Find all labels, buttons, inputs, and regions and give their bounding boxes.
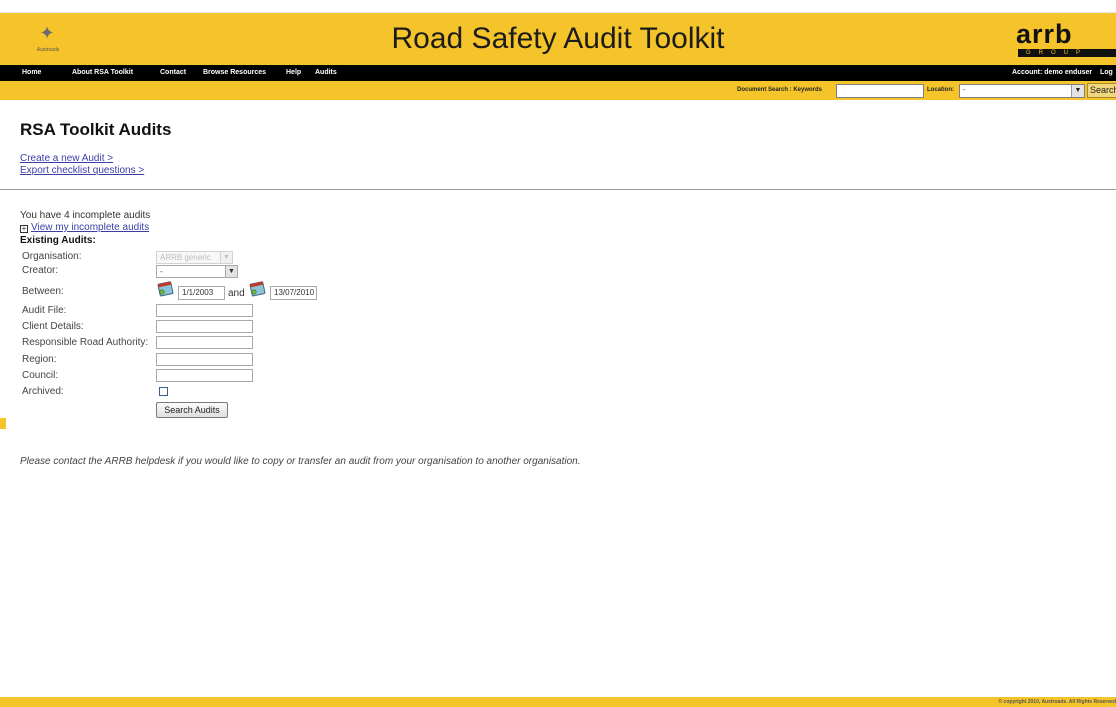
organisation-select: ARRB generic ▼ [156, 251, 233, 264]
calendar-icon[interactable] [248, 280, 268, 298]
chevron-down-icon[interactable]: ▼ [225, 266, 237, 277]
archived-label: Archived: [22, 386, 64, 397]
road-authority-field[interactable] [156, 336, 253, 349]
date-to-field[interactable]: 13/07/2010 [270, 286, 317, 300]
organisation-label: Organisation: [22, 251, 82, 262]
road-authority-label: Responsible Road Authority: [22, 337, 149, 348]
region-label: Region: [22, 354, 57, 365]
nav-contact[interactable]: Contact [160, 65, 186, 81]
audit-file-field[interactable] [156, 304, 253, 317]
creator-select[interactable]: - ▼ [156, 265, 238, 278]
nav-home[interactable]: Home [22, 65, 41, 81]
chevron-down-icon[interactable]: ▼ [1071, 85, 1084, 97]
search-audits-button[interactable]: Search Audits [156, 402, 228, 418]
between-label: Between: [22, 286, 64, 297]
existing-audits-heading: Existing Audits: [20, 235, 96, 246]
arrb-logo-group: GROUP [1018, 49, 1116, 57]
nav-browse-resources[interactable]: Browse Resources [203, 65, 266, 81]
location-select-value: - [963, 87, 966, 94]
arrb-logo[interactable]: arrb GROUP [1010, 19, 1116, 59]
main-nav: Home About RSA Toolkit Contact Browse Re… [0, 65, 1116, 81]
divider [0, 189, 1116, 190]
nav-logout[interactable]: Log [1100, 65, 1113, 81]
nav-help[interactable]: Help [286, 65, 301, 81]
nav-account[interactable]: Account: demo enduser [1012, 65, 1092, 81]
arrb-logo-word: arrb [1016, 19, 1073, 49]
document-search-button[interactable]: Search [1087, 83, 1116, 98]
creator-label: Creator: [22, 265, 59, 276]
location-label: Location: [927, 87, 954, 93]
keywords-label: Document Search : Keywords [737, 87, 823, 93]
expand-icon[interactable]: + [20, 225, 28, 233]
and-text: and [228, 288, 245, 299]
footer: © copyright 2010, Austroads. All Rights … [0, 697, 1116, 707]
nav-about[interactable]: About RSA Toolkit [72, 65, 133, 81]
client-details-field[interactable] [156, 320, 253, 333]
audit-file-label: Audit File: [22, 305, 67, 316]
document-search-bar: Document Search : Keywords Location: - ▼… [0, 81, 1116, 100]
calendar-icon[interactable] [156, 280, 176, 298]
region-field[interactable] [156, 353, 253, 366]
date-from-field[interactable]: 1/1/2003 [178, 286, 225, 300]
site-title: Road Safety Audit Toolkit [391, 22, 725, 55]
header-banner: ✦ Austroads Road Safety Audit Toolkit ar… [0, 13, 1116, 65]
view-incomplete-audits-link[interactable]: View my incomplete audits [31, 222, 149, 233]
page-title: RSA Toolkit Audits [20, 120, 172, 139]
side-marker [0, 418, 6, 429]
location-select[interactable]: - ▼ [959, 84, 1085, 98]
council-label: Council: [22, 370, 59, 381]
chevron-down-icon: ▼ [220, 252, 232, 263]
council-field[interactable] [156, 369, 253, 382]
nav-audits[interactable]: Audits [315, 65, 337, 81]
organisation-select-value: ARRB generic [160, 253, 211, 262]
incomplete-audits-text: You have 4 incomplete audits [20, 210, 151, 221]
creator-select-value: - [160, 267, 163, 276]
client-details-label: Client Details: [22, 321, 84, 332]
create-audit-link[interactable]: Create a new Audit > [20, 153, 113, 164]
export-checklist-link[interactable]: Export checklist questions > [20, 165, 144, 176]
archived-checkbox[interactable] [159, 387, 168, 396]
keywords-input[interactable] [836, 84, 924, 98]
helpdesk-note: Please contact the ARRB helpdesk if you … [20, 456, 581, 467]
top-strip [0, 0, 1116, 13]
copyright-text: © copyright 2010, Austroads. All Rights … [998, 699, 1116, 705]
